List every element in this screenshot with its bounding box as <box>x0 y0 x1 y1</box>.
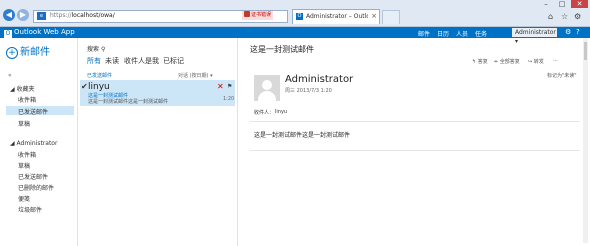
to-label: 收件人： <box>254 110 275 116</box>
filter-unread[interactable]: 未读 <box>105 56 119 66</box>
checkmark-icon[interactable]: ✔ <box>81 82 88 91</box>
owa-top-bar: O Outlook Web App 邮件 日历 人员 任务 Administrat… <box>0 27 590 45</box>
to-recipient[interactable]: linyu <box>275 109 287 115</box>
sender-name[interactable]: Administrator <box>285 74 353 85</box>
plus-icon: + <box>6 47 18 59</box>
left-pane-divider <box>77 38 78 246</box>
tab-close-icon[interactable]: × <box>371 12 377 20</box>
reply-icon: ↰ <box>472 59 477 65</box>
body-divider <box>250 150 580 151</box>
delete-icon[interactable]: ✕ <box>217 82 224 91</box>
folder-deleted-items[interactable]: 已删除的邮件 <box>18 183 54 192</box>
outlook-tab-icon: O <box>296 13 303 20</box>
reply-all-icon: ↞ <box>494 59 499 65</box>
search-icon: ⚲ <box>100 46 106 53</box>
nav-mail[interactable]: 邮件 <box>418 29 430 38</box>
sent-date: 周三 2013/7/3 1:20 <box>285 88 332 94</box>
shield-icon <box>244 11 250 17</box>
message-preview: 这是一封测试邮件这是一封测试邮件 <box>88 99 169 105</box>
owa-logo: O Outlook Web App <box>4 28 75 38</box>
folder-inbox[interactable]: 收件箱 <box>18 150 36 159</box>
nav-calendar[interactable]: 日历 <box>437 29 449 38</box>
forward-mail-button[interactable]: ↪ 转发 <box>528 58 544 65</box>
nav-tasks[interactable]: 任务 <box>475 29 487 38</box>
more-actions-button[interactable]: ··· <box>553 58 558 64</box>
filter-all[interactable]: 所有 <box>87 56 101 66</box>
new-mail-button[interactable]: + 新邮件 <box>6 43 50 59</box>
ie-icon: e <box>37 12 46 20</box>
certificate-error-indicator[interactable]: 证书错误 <box>242 11 274 20</box>
sort-dropdown[interactable]: 对话 (按日期) ▾ <box>178 72 213 79</box>
home-icon[interactable]: ⌂ <box>548 12 553 21</box>
nav-people[interactable]: 人员 <box>456 29 468 38</box>
search-box[interactable]: 搜索 ⚲ <box>87 44 105 53</box>
address-url: https://localhost/owa/ <box>50 12 115 19</box>
user-menu[interactable]: Administrator ▾ <box>512 28 557 45</box>
favorite-drafts[interactable]: 草稿 <box>18 119 30 128</box>
forward-button[interactable]: ▶ <box>17 9 29 21</box>
outlook-logo-icon: O <box>4 30 12 38</box>
tab-outlook[interactable]: O Administrator – Outlook ... × <box>292 9 380 24</box>
message-recipient: linyu <box>88 82 110 92</box>
favorite-sent-items[interactable]: 已发送邮件 <box>18 107 48 116</box>
help-icon[interactable]: ? <box>576 28 580 36</box>
back-button[interactable]: ◀ <box>3 9 15 21</box>
message-list-folder-title: 已发送邮件 <box>87 73 113 79</box>
favorite-inbox[interactable]: 收件箱 <box>18 95 36 104</box>
message-body: 这是一封测试邮件这是一封测试邮件 <box>254 132 351 139</box>
reading-pane-subject: 这是一封测试邮件 <box>250 45 314 54</box>
forward-icon: ↪ <box>528 59 533 65</box>
window-minimize-button[interactable]: – <box>539 0 553 8</box>
browser-chrome: ◀ ▶ e https://localhost/owa/ 证书错误 O Admi… <box>0 0 590 27</box>
window-maximize-button[interactable]: □ <box>555 0 569 8</box>
filter-flagged[interactable]: 已标记 <box>163 56 184 66</box>
settings-gear-icon[interactable]: ⚙ <box>574 12 581 21</box>
favorites-star-icon[interactable]: ☆ <box>561 12 568 21</box>
message-time: 1:20 <box>223 96 235 102</box>
new-tab-button[interactable] <box>382 10 400 24</box>
folder-drafts[interactable]: 草稿 <box>18 161 30 170</box>
reading-pane-scrollbar[interactable] <box>583 38 588 243</box>
favorites-header[interactable]: ◢ 收藏夹 <box>10 84 35 93</box>
message-list-divider <box>237 38 238 246</box>
filter-to-me[interactable]: 收件人是我 <box>124 56 159 66</box>
collapse-favorites-icon[interactable]: « <box>8 72 12 79</box>
folder-junk-email[interactable]: 垃圾邮件 <box>18 205 42 214</box>
sender-avatar <box>254 75 280 101</box>
mark-unread-note[interactable]: 标记为"未读" <box>547 72 577 79</box>
account-header[interactable]: ◢ Administrator <box>10 140 57 147</box>
header-divider <box>250 121 580 122</box>
reply-button[interactable]: ↰ 答复 <box>472 58 488 65</box>
folder-notes[interactable]: 便笺 <box>18 194 30 203</box>
settings-icon[interactable]: ⚙ <box>565 28 571 36</box>
reply-all-button[interactable]: ↞ 全部答复 <box>494 58 520 65</box>
flag-icon[interactable]: ⚑ <box>227 83 232 90</box>
folder-sent-items[interactable]: 已发送邮件 <box>18 172 48 181</box>
window-close-button[interactable]: ✕ <box>571 0 588 8</box>
